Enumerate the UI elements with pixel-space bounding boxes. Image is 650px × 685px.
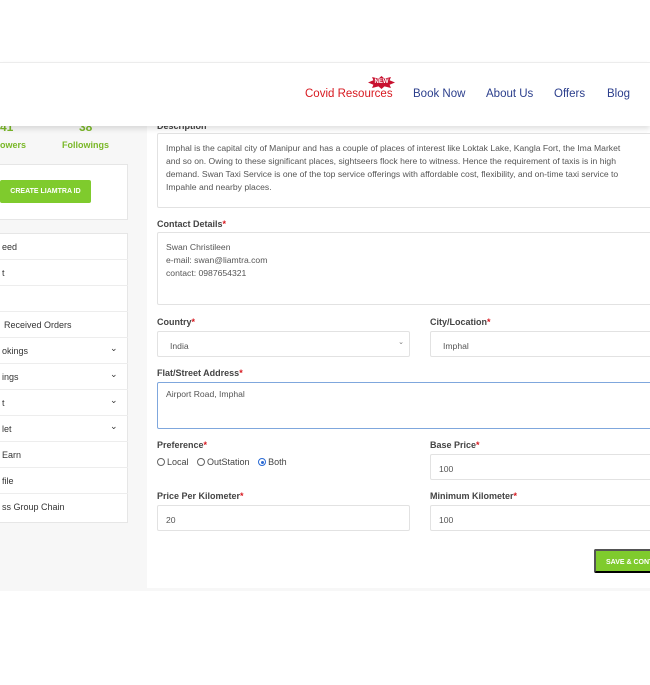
sidebar-item-listings[interactable]: ings ⌄: [0, 364, 128, 390]
contact-details-textarea[interactable]: Swan Christileen e-mail: swan@liamtra.co…: [157, 232, 650, 305]
contact-details-text: Swan Christileen e-mail: swan@liamtra.co…: [166, 242, 268, 278]
save-continue-button[interactable]: SAVE & CONTINUE: [594, 549, 650, 573]
city-location-label: City/Location*: [430, 317, 491, 327]
description-text: Imphal is the capital city of Manipur an…: [166, 143, 621, 192]
preference-label: Preference*: [157, 440, 208, 450]
min-km-field[interactable]: 100: [430, 505, 650, 531]
street-address-value: Airport Road, Imphal: [166, 389, 245, 399]
sidebar-item-label: Received Orders: [4, 320, 72, 330]
price-per-km-label: Price Per Kilometer*: [157, 491, 244, 501]
base-price-field[interactable]: 100: [430, 454, 650, 480]
nav-covid-resources[interactable]: Covid Resources: [305, 88, 393, 100]
chevron-down-icon[interactable]: ⌄: [110, 343, 118, 354]
chevron-down-icon[interactable]: ⌄: [110, 369, 118, 380]
followings-label[interactable]: Followings: [62, 140, 109, 150]
nav-blog[interactable]: Blog: [607, 88, 630, 100]
price-per-km-value: 20: [166, 515, 176, 525]
contact-details-label: Contact Details*: [157, 219, 227, 229]
sidebar-menu: eed t Received Orders okings ⌄ ings ⌄ t …: [0, 233, 128, 523]
sidebar-item-bookings[interactable]: okings ⌄: [0, 338, 128, 364]
sidebar-item-label: ings: [2, 372, 19, 382]
preference-option-local[interactable]: Local: [157, 457, 189, 467]
sidebar-item-label: let: [2, 424, 12, 434]
city-location-field[interactable]: Imphal: [430, 331, 650, 357]
sidebar-item-business-group-chain[interactable]: ss Group Chain: [0, 494, 128, 520]
sidebar-item-label: Earn: [2, 450, 22, 460]
top-navigation: NEW Covid Resources Book Now About Us Of…: [0, 62, 650, 126]
create-liamtra-id-button[interactable]: CREATE LIAMTRA ID: [0, 180, 91, 203]
address-label: Flat/Street Address*: [157, 368, 243, 378]
min-km-value: 100: [439, 515, 454, 525]
country-select[interactable]: India ⌄: [157, 331, 410, 357]
sidebar-item-received-orders[interactable]: Received Orders: [0, 312, 128, 338]
radio-icon[interactable]: [157, 458, 165, 466]
radio-icon[interactable]: [197, 458, 206, 466]
country-value: India: [170, 341, 189, 351]
street-address-field[interactable]: Airport Road, Imphal: [157, 382, 650, 429]
country-label: Country*: [157, 317, 196, 327]
min-km-label: Minimum Kilometer*: [430, 491, 518, 501]
nav-about-us[interactable]: About Us: [486, 88, 533, 100]
preference-option-both[interactable]: Both: [258, 457, 287, 467]
base-price-value: 100: [439, 464, 454, 474]
sidebar-item-wallet[interactable]: let ⌄: [0, 416, 128, 442]
chevron-down-icon[interactable]: ⌄: [110, 395, 118, 406]
radio-selected-icon[interactable]: [258, 458, 267, 466]
base-price-label: Base Price*: [430, 440, 480, 450]
sidebar-item-refer-earn[interactable]: Earn: [0, 442, 128, 468]
preference-radio-group: Local OutStation Both: [157, 457, 293, 467]
followers-label[interactable]: owers: [0, 140, 26, 150]
nav-offers[interactable]: Offers: [554, 88, 585, 100]
chevron-down-icon[interactable]: ⌄: [110, 421, 118, 432]
sidebar-item[interactable]: eed: [0, 234, 128, 260]
sidebar-item-label: t: [2, 268, 5, 278]
page: NEW Covid Resources Book Now About Us Of…: [0, 0, 650, 685]
price-per-km-field[interactable]: 20: [157, 505, 410, 531]
nav-book-now[interactable]: Book Now: [413, 88, 465, 100]
sidebar-item-label: ss Group Chain: [2, 502, 65, 512]
sidebar-item-label: t: [2, 398, 5, 408]
sidebar-item-label: okings: [2, 346, 29, 356]
sidebar-item[interactable]: t: [0, 260, 128, 286]
sidebar-item-label: file: [2, 476, 14, 486]
sidebar-item-profile[interactable]: file: [0, 468, 128, 494]
sidebar-item[interactable]: [0, 286, 128, 312]
sidebar-item-label: eed: [2, 242, 18, 252]
sidebar-item[interactable]: t ⌄: [0, 390, 128, 416]
preference-option-outstation[interactable]: OutStation: [197, 457, 250, 467]
select-caret-icon: ⌄: [398, 339, 404, 346]
description-textarea[interactable]: Imphal is the capital city of Manipur an…: [157, 133, 650, 208]
city-location-value: Imphal: [443, 341, 469, 351]
